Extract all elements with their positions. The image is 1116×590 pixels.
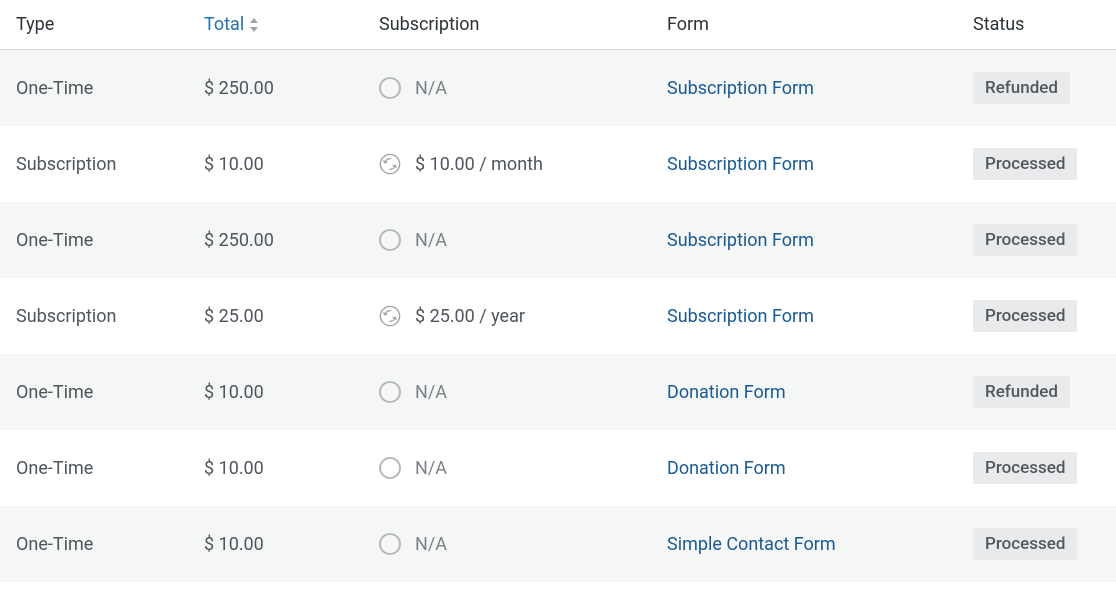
cell-form: Subscription Form	[663, 230, 969, 251]
cell-status: Refunded	[969, 72, 1116, 104]
column-header-total-label: Total	[204, 14, 244, 35]
sort-icon	[248, 17, 260, 33]
form-link[interactable]: Donation Form	[667, 382, 786, 403]
cell-total: $ 250.00	[200, 78, 375, 99]
cell-total: $ 10.00	[200, 534, 375, 555]
status-badge: Processed	[973, 224, 1077, 256]
cell-total: $ 10.00	[200, 154, 375, 175]
cell-status: Processed	[969, 300, 1116, 332]
cell-total: $ 10.00	[200, 382, 375, 403]
table-row: One-Time$ 10.00 N/A Donation Form Refunded	[0, 354, 1116, 430]
table-body: One-Time$ 250.00N/ASubscription FormRefu…	[0, 50, 1116, 582]
cell-type: One-Time	[0, 534, 200, 555]
table-row: One-Time$ 10.00 N/A Donation Form Processed	[0, 430, 1116, 506]
status-badge: Processed	[973, 300, 1077, 332]
column-header-status[interactable]: Status	[969, 14, 1116, 35]
table-row: Subscription$ 10.00 $ 10.00 / month Subscr…	[0, 126, 1116, 202]
circle-icon	[379, 381, 401, 403]
circle-icon	[379, 457, 401, 479]
cell-form: Donation Form	[663, 458, 969, 479]
cell-total: $ 250.00	[200, 230, 375, 251]
cell-type: One-Time	[0, 78, 200, 99]
form-link[interactable]: Simple Contact Form	[667, 534, 836, 555]
cell-type: One-Time	[0, 230, 200, 251]
form-link[interactable]: Donation Form	[667, 458, 786, 479]
status-badge: Processed	[973, 528, 1077, 560]
cell-total: $ 10.00	[200, 458, 375, 479]
subscription-text: $ 25.00 / year	[415, 306, 525, 327]
cell-form: Donation Form	[663, 382, 969, 403]
status-badge: Refunded	[973, 72, 1070, 104]
cell-subscription: $ 10.00 / month	[375, 153, 663, 175]
cell-status: Processed	[969, 148, 1116, 180]
form-link[interactable]: Subscription Form	[667, 306, 814, 327]
subscription-text: N/A	[415, 78, 447, 99]
cell-subscription: $ 25.00 / year	[375, 305, 663, 327]
cell-type: Subscription	[0, 306, 200, 327]
circle-icon	[379, 229, 401, 251]
circle-icon	[379, 533, 401, 555]
subscription-text: $ 10.00 / month	[415, 154, 543, 175]
cell-subscription: N/A	[375, 229, 663, 251]
column-header-form[interactable]: Form	[663, 14, 969, 35]
table-row: Subscription$ 25.00 $ 25.00 / year Subscri…	[0, 278, 1116, 354]
cell-type: Subscription	[0, 154, 200, 175]
cell-type: One-Time	[0, 458, 200, 479]
table-header-row: Type Total Subscription Form Status	[0, 0, 1116, 50]
subscription-text: N/A	[415, 534, 447, 555]
recurring-icon	[379, 153, 401, 175]
column-header-total[interactable]: Total	[200, 14, 375, 35]
form-link[interactable]: Subscription Form	[667, 154, 814, 175]
cell-status: Processed	[969, 452, 1116, 484]
cell-subscription: N/A	[375, 533, 663, 555]
cell-form: Subscription Form	[663, 154, 969, 175]
cell-form: Subscription Form	[663, 78, 969, 99]
cell-status: Refunded	[969, 376, 1116, 408]
cell-subscription: N/A	[375, 457, 663, 479]
form-link[interactable]: Subscription Form	[667, 230, 814, 251]
form-link[interactable]: Subscription Form	[667, 78, 814, 99]
cell-total: $ 25.00	[200, 306, 375, 327]
cell-subscription: N/A	[375, 77, 663, 99]
subscription-text: N/A	[415, 382, 447, 403]
circle-icon	[379, 77, 401, 99]
cell-subscription: N/A	[375, 381, 663, 403]
cell-type: One-Time	[0, 382, 200, 403]
cell-form: Subscription Form	[663, 306, 969, 327]
subscription-text: N/A	[415, 458, 447, 479]
status-badge: Refunded	[973, 376, 1070, 408]
column-header-subscription[interactable]: Subscription	[375, 14, 663, 35]
cell-status: Processed	[969, 528, 1116, 560]
cell-status: Processed	[969, 224, 1116, 256]
table-row: One-Time$ 10.00 N/A Simple Contact Form Pro…	[0, 506, 1116, 582]
recurring-icon	[379, 305, 401, 327]
cell-form: Simple Contact Form	[663, 534, 969, 555]
table-row: One-Time$ 250.00 N/A Subscription Form Refu…	[0, 50, 1116, 126]
status-badge: Processed	[973, 148, 1077, 180]
payments-table: Type Total Subscription Form Status One-…	[0, 0, 1116, 582]
column-header-type[interactable]: Type	[0, 14, 200, 35]
table-row: One-Time$ 250.00 N/A Subscription Form Proc…	[0, 202, 1116, 278]
subscription-text: N/A	[415, 230, 447, 251]
status-badge: Processed	[973, 452, 1077, 484]
